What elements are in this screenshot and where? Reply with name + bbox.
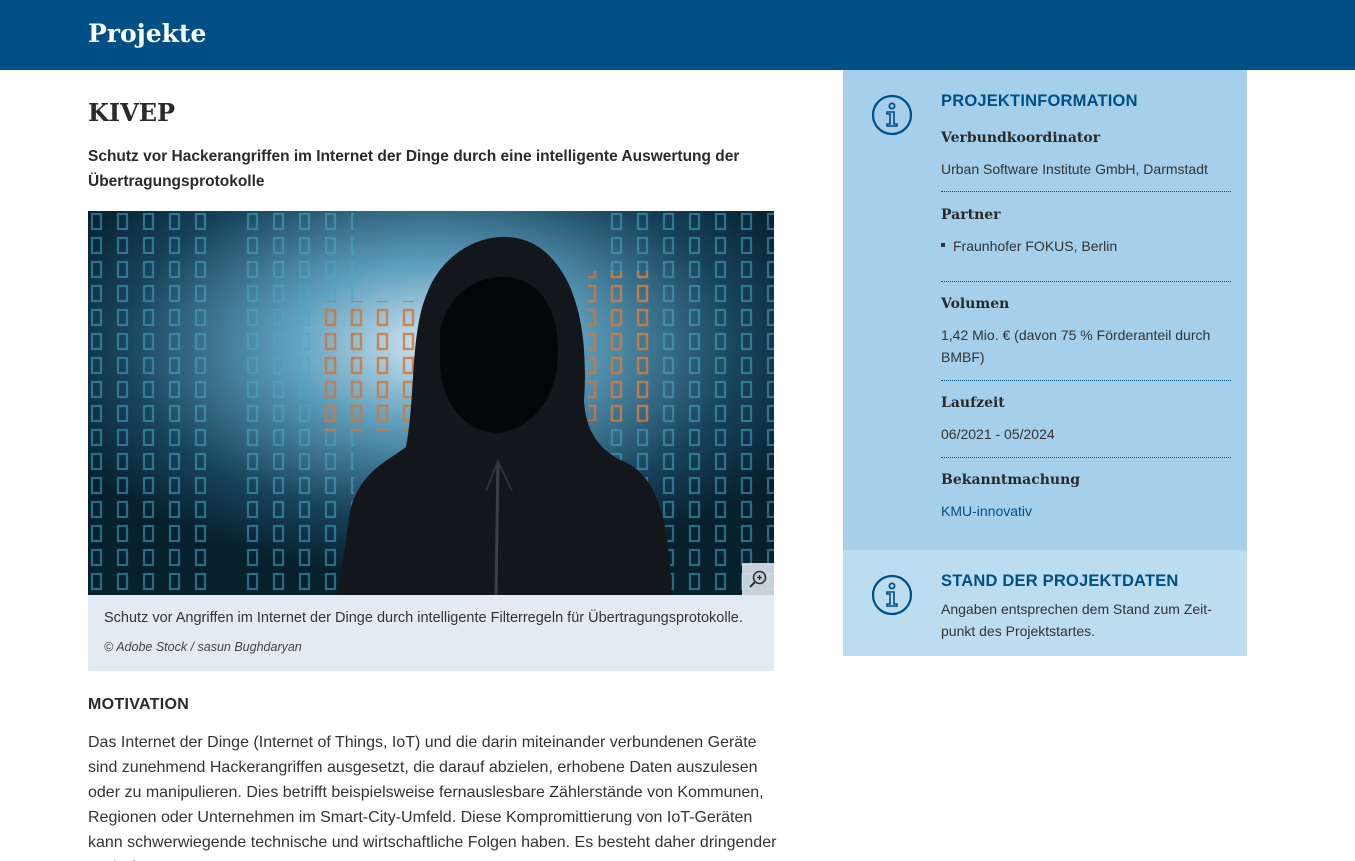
status-title: STAND DER PROJEKTDATEN [941,572,1179,590]
hacker-image[interactable] [88,211,774,595]
hacker-illustration [88,211,774,595]
announcement-field: Bekanntmachung KMU-innovativ [941,472,1231,522]
announcement-label: Bekanntmachung [941,472,1081,488]
divider [941,191,1231,192]
status-text: Angaben entsprechen dem Stand zum Zeit-p… [941,601,1212,639]
coordinator-value: Urban Software Institute GmbH, Darmstadt [941,161,1208,177]
project-info-title: PROJEKTINFORMATION [941,92,1138,110]
project-title: KIVEP [88,98,176,127]
partner-label: Partner [941,207,1001,223]
divider [941,281,1231,282]
page-section-title: Projekte [88,19,207,48]
site-header: Projekte [0,0,1355,70]
info-icon [871,94,913,136]
coordinator-field: Verbundkoordinator Urban Software Instit… [941,130,1231,180]
motivation-heading: MOTIVATION [88,696,190,713]
volume-field: Volumen 1,42 Mio. € (davon 75 % Förderan… [941,296,1231,368]
project-figure: Schutz vor Angriffen im Internet der Din… [88,211,774,671]
runtime-label: Laufzeit [941,395,1005,411]
bullet-icon [941,243,945,248]
figure-caption: Schutz vor Angriffen im Internet der Din… [88,595,774,671]
runtime-value: 06/2021 - 05/2024 [941,426,1055,442]
coordinator-label: Verbundkoordinator [941,130,1101,146]
volume-label: Volumen [941,296,1010,312]
image-credit: © Adobe Stock / sasun Bughdaryan [104,640,302,654]
announcement-link[interactable]: KMU-innovativ [941,500,1231,522]
divider [941,457,1231,458]
project-data-status-panel: STAND DER PROJEKTDATEN Angaben entsprech… [843,550,1247,656]
zoom-in-button[interactable] [742,563,774,595]
project-info-panel: PROJEKTINFORMATION Verbundkoordinator Ur… [843,70,1247,550]
caption-text: Schutz vor Angriffen im Internet der Din… [104,610,743,626]
divider [941,380,1231,381]
partner-name: Fraunhofer FOKUS, Berlin [953,238,1118,254]
info-icon [871,574,913,616]
volume-value: 1,42 Mio. € (davon 75 % Förderanteil dur… [941,327,1211,365]
zoom-in-icon [749,570,767,588]
partner-field: Partner Fraunhofer FOKUS, Berlin [941,207,1231,257]
motivation-text: Das Internet der Dinge (Internet of Thin… [88,734,777,861]
runtime-field: Laufzeit 06/2021 - 05/2024 [941,395,1231,445]
partner-list-item: Fraunhofer FOKUS, Berlin [941,235,1231,257]
project-subtitle: Schutz vor Hackerangriffen im Internet d… [88,148,740,190]
